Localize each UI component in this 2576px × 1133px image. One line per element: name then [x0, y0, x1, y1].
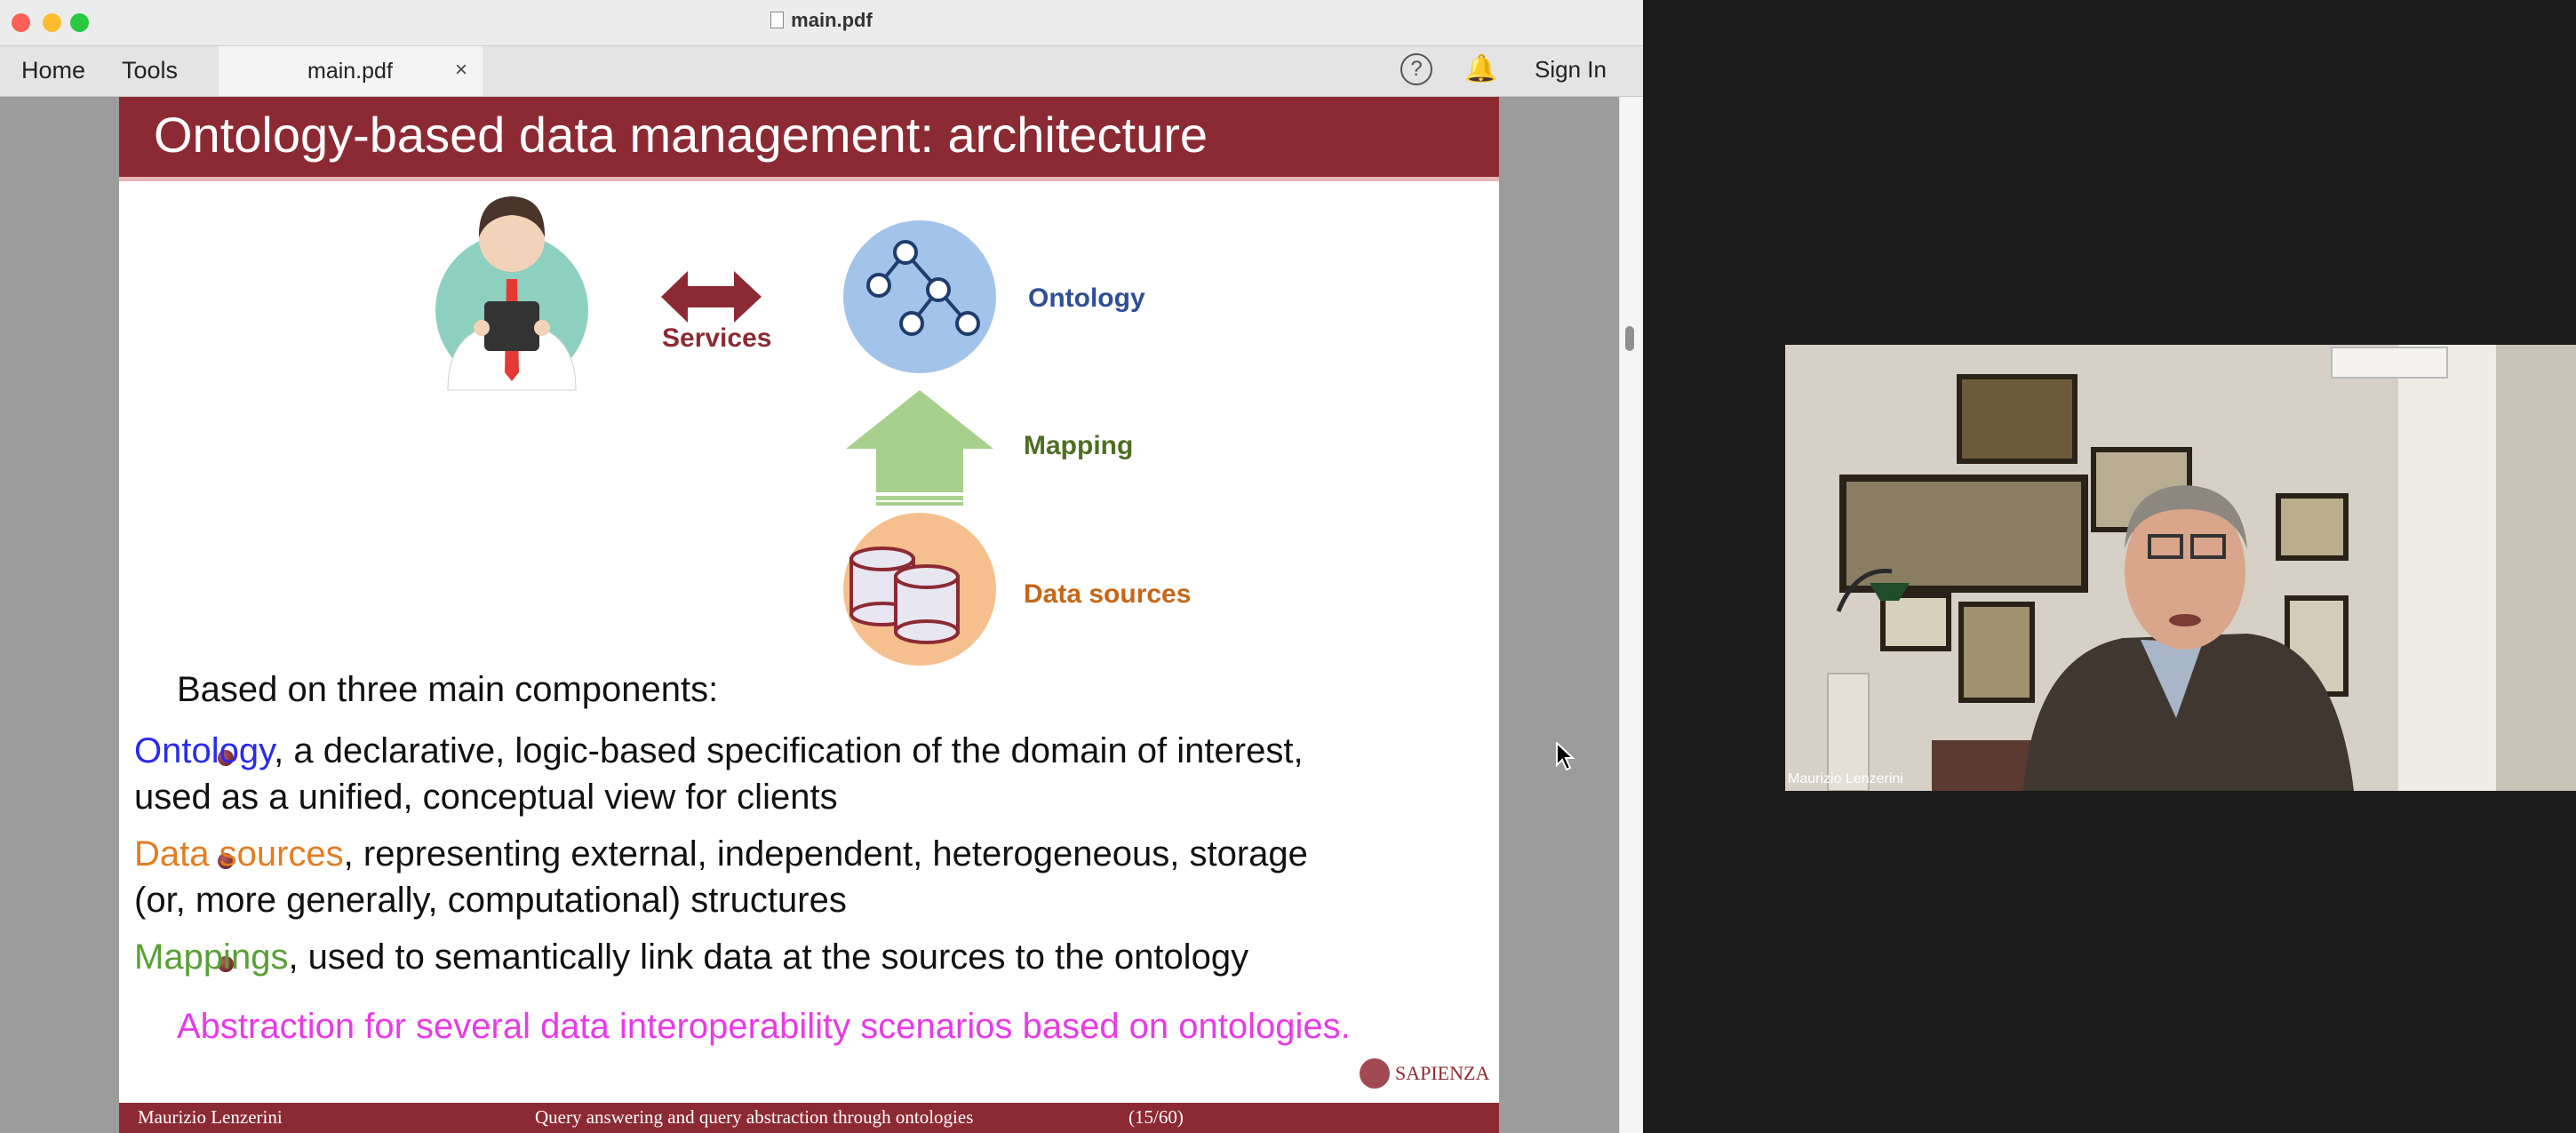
bullet-term: Mappings: [134, 938, 289, 977]
slide-page: Ontology-based data management: architec…: [119, 97, 1499, 1133]
bullet-ontology: Ontology, a declarative, logic-based spe…: [134, 728, 1304, 774]
document-icon: [770, 12, 785, 28]
bullet-text-continued: used as a unified, conceptual view for c…: [134, 778, 838, 817]
components-intro: Based on three main components:: [177, 670, 719, 709]
bell-icon[interactable]: 🔔: [1464, 53, 1497, 84]
bullet-data-sources: Data sources, representing external, ind…: [134, 831, 1308, 877]
help-icon[interactable]: ?: [1400, 53, 1432, 85]
user-icon: [435, 196, 588, 391]
sign-in-button[interactable]: Sign In: [1535, 56, 1607, 84]
bullet-text: , used to semantically link data at the …: [288, 938, 1249, 977]
bullet-term: Ontology: [134, 731, 275, 770]
footer-page-number: (15/60): [1128, 1106, 1184, 1128]
abstraction-statement: Abstraction for several data interoperab…: [177, 1007, 1351, 1046]
vertical-scrollbar[interactable]: [1619, 97, 1643, 1133]
home-tab[interactable]: Home: [21, 57, 85, 84]
scrollbar-thumb[interactable]: [1625, 326, 1634, 351]
sapienza-logo-text: SAPIENZA: [1395, 1062, 1490, 1084]
footer-author: Maurizio Lenzerini: [138, 1106, 283, 1128]
data-sources-label: Data sources: [1024, 579, 1192, 609]
bullet-mappings: Mappings, used to semantically link data…: [134, 934, 1248, 980]
mapping-label: Mapping: [1024, 431, 1134, 460]
video-feed: [1785, 345, 2576, 791]
tab-document-label: main.pdf: [307, 59, 393, 84]
bullet-text: , representing external, independent, he…: [343, 834, 1308, 874]
tab-bar: Home Tools main.pdf ×: [0, 46, 1643, 97]
ontology-label: Ontology: [1028, 283, 1145, 313]
participant-name: Maurizio Lenzerini: [1788, 771, 1903, 786]
services-label: Services: [662, 323, 772, 353]
mapping-arrow-icon: [846, 390, 993, 506]
pdf-viewer-window: main.pdf Home Tools main.pdf × ? 🔔 Sign …: [0, 0, 1643, 1133]
bullet-text: , a declarative, logic-based specificati…: [274, 731, 1304, 770]
footer-talk-title: Query answering and query abstraction th…: [535, 1106, 974, 1128]
ontology-icon: [843, 220, 996, 373]
services-arrow-icon: [661, 271, 762, 323]
sapienza-logo-icon: [1360, 1058, 1390, 1089]
mouse-pointer-icon: [1556, 740, 1575, 775]
tools-tab[interactable]: Tools: [122, 57, 178, 84]
tab-document[interactable]: main.pdf ×: [219, 46, 483, 96]
title-bar: main.pdf: [0, 0, 1643, 46]
participant-video[interactable]: [1785, 345, 2576, 791]
data-sources-icon: [843, 513, 996, 666]
close-tab-icon[interactable]: ×: [455, 58, 467, 83]
slide-footer: Maurizio Lenzerini Query answering and q…: [119, 1103, 1499, 1133]
bullet-text-continued: (or, more generally, computational) stru…: [134, 881, 847, 920]
bullet-term: Data sources: [134, 834, 344, 874]
window-title: main.pdf: [0, 9, 1643, 32]
